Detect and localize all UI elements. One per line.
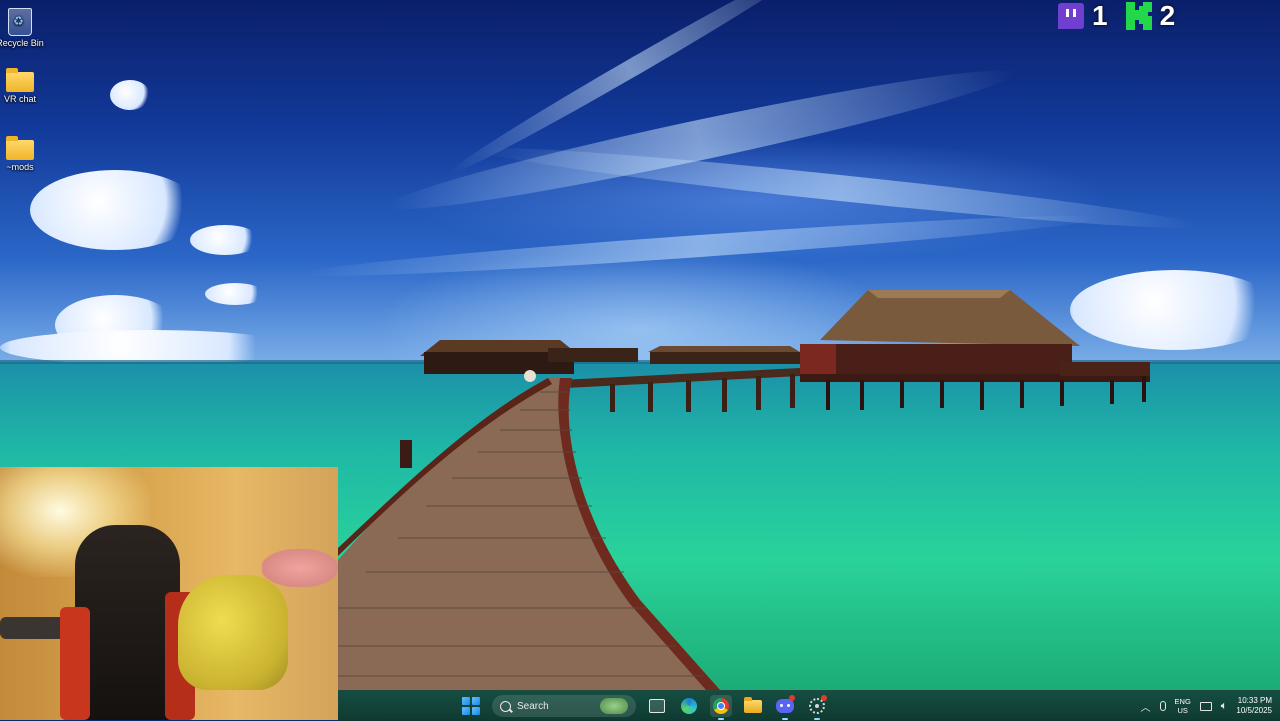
taskbar-center: Search xyxy=(460,691,828,721)
search-placeholder: Search xyxy=(517,700,549,712)
file-explorer-icon xyxy=(744,696,762,713)
language-indicator[interactable]: ENG US xyxy=(1175,697,1191,715)
main-hut xyxy=(800,290,1150,410)
desktop-icon-label: VR chat xyxy=(3,94,36,104)
boardwalk xyxy=(338,370,720,690)
search-highlight-icon xyxy=(600,698,628,714)
chevron-up-icon[interactable]: ︿ xyxy=(1141,699,1151,714)
edge-button[interactable] xyxy=(678,695,700,717)
chrome-button[interactable] xyxy=(710,695,732,720)
desktop-icon-recycle-bin[interactable]: Recycle Bin xyxy=(0,8,48,48)
folder-icon xyxy=(6,136,34,160)
microphone-icon[interactable] xyxy=(1159,701,1166,711)
walkway-rail xyxy=(560,368,800,412)
distant-huts xyxy=(420,340,800,374)
clock[interactable]: 10:33 PM 10/5/2025 xyxy=(1236,696,1272,716)
volume-icon[interactable]: 🔈︎ xyxy=(1221,700,1228,713)
clock-date: 10/5/2025 xyxy=(1236,706,1272,715)
taskbar: Search ︿ ENG US 🔈︎ 10:33 PM 10/5/2025 xyxy=(338,690,1280,721)
twitch-viewer-count: 1 xyxy=(1092,0,1108,31)
notification-badge xyxy=(789,695,795,701)
chrome-icon xyxy=(713,698,729,714)
task-view-button[interactable] xyxy=(646,695,668,717)
file-explorer-button[interactable] xyxy=(742,695,764,717)
kick-viewer-count: 2 xyxy=(1159,0,1176,31)
webcam-chair-accent xyxy=(60,607,90,720)
webcam-person xyxy=(178,575,288,690)
taskbar-search[interactable]: Search xyxy=(492,695,636,717)
desktop-icon-vr-chat[interactable]: VR chat xyxy=(0,68,48,104)
discord-button[interactable] xyxy=(774,695,796,720)
discord-icon xyxy=(776,699,794,713)
viewer-count-overlay: 1 2 xyxy=(1058,0,1175,32)
clock-time: 10:33 PM xyxy=(1237,696,1272,705)
desktop-icon-label: Recycle Bin xyxy=(0,38,44,48)
edge-icon xyxy=(681,698,697,714)
notification-badge xyxy=(821,695,827,701)
twitch-icon xyxy=(1058,3,1084,29)
webcam-pillow xyxy=(262,549,338,587)
system-tray: ︿ ENG US 🔈︎ 10:33 PM 10/5/2025 xyxy=(1141,691,1272,721)
folder-icon xyxy=(6,68,34,92)
region-code: US xyxy=(1177,706,1188,715)
webcam-overlay xyxy=(0,467,338,720)
language-code: ENG xyxy=(1174,697,1191,706)
start-button[interactable] xyxy=(460,695,482,717)
network-icon[interactable] xyxy=(1199,701,1212,711)
recycle-bin-icon xyxy=(8,8,32,36)
desktop-icon-label: ~mods xyxy=(6,162,34,172)
desktop-icon-mods[interactable]: ~mods xyxy=(0,136,48,172)
search-icon xyxy=(500,700,511,712)
windows-start-icon xyxy=(462,697,480,715)
settings-button[interactable] xyxy=(806,695,828,720)
task-view-icon xyxy=(649,699,665,713)
kick-icon xyxy=(1125,2,1152,30)
